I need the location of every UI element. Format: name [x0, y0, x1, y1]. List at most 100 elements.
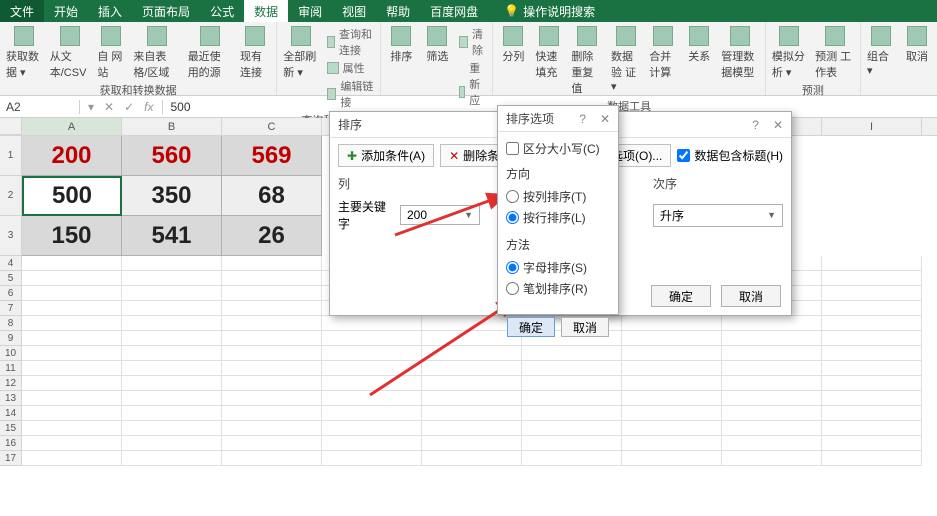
- dropdown-icon[interactable]: ▾: [88, 100, 94, 114]
- tab-formula[interactable]: 公式: [200, 0, 244, 22]
- sort-order-dropdown[interactable]: 升序▼: [653, 204, 783, 227]
- cell[interactable]: 541: [122, 216, 222, 256]
- formula-bar-buttons: ▾ ✕ ✓ fx: [80, 100, 163, 114]
- fx-icon[interactable]: fx: [144, 100, 153, 114]
- row-header[interactable]: 12: [0, 376, 22, 391]
- refresh-all-button[interactable]: 全部刷新 ▾: [283, 26, 318, 110]
- tab-help[interactable]: 帮助: [376, 0, 420, 22]
- tab-baidu[interactable]: 百度网盘: [420, 0, 488, 22]
- ribbon: 获取数 据 ▾ 从文 本/CSV 自 网站 来自表 格/区域 最近使 用的源 现…: [0, 22, 937, 96]
- tell-me-search[interactable]: 💡 操作说明搜索: [494, 0, 605, 22]
- row-header[interactable]: 15: [0, 421, 22, 436]
- pinyin-sort-radio[interactable]: 字母排序(S): [506, 257, 610, 278]
- tell-me-label: 操作说明搜索: [523, 3, 595, 20]
- properties-button[interactable]: 属性: [327, 60, 375, 76]
- row-header[interactable]: 7: [0, 301, 22, 316]
- from-csv-button[interactable]: 从文 本/CSV: [50, 26, 90, 80]
- dialog-titlebar[interactable]: 排序选项 ? ✕: [498, 106, 618, 132]
- col-header-i[interactable]: I: [822, 118, 922, 135]
- tab-data[interactable]: 数据: [244, 0, 288, 22]
- group-button[interactable]: 组合 ▾: [867, 26, 895, 77]
- x-icon: ✕: [449, 149, 459, 163]
- remove-dup-button[interactable]: 删除 重复值: [571, 26, 603, 96]
- plus-icon: ✚: [347, 149, 357, 163]
- row-header[interactable]: 14: [0, 406, 22, 421]
- cell[interactable]: 569: [222, 136, 322, 176]
- forecast-sheet-button[interactable]: 预测 工作表: [815, 26, 854, 80]
- queries-sublist: 查询和连接 属性 编辑链接: [327, 26, 375, 110]
- help-icon[interactable]: ?: [752, 118, 759, 132]
- row-header[interactable]: 2: [0, 176, 22, 216]
- cell[interactable]: 200: [22, 136, 122, 176]
- col-header-b[interactable]: B: [122, 118, 222, 135]
- ribbon-group-sort-filter: 排序 筛选 清除 重新应用 高级 排序和筛选: [381, 22, 493, 95]
- clear-button[interactable]: 清除: [459, 26, 486, 58]
- row-header[interactable]: 11: [0, 361, 22, 376]
- sort-column-dropdown[interactable]: 200▼: [400, 205, 480, 225]
- from-table-button[interactable]: 来自表 格/区域: [133, 26, 179, 80]
- lightbulb-icon: 💡: [504, 4, 519, 18]
- cancel-icon[interactable]: ✕: [104, 100, 114, 114]
- cell-active[interactable]: 500: [22, 176, 122, 216]
- help-icon[interactable]: ?: [579, 112, 586, 126]
- row-header[interactable]: 17: [0, 451, 22, 466]
- has-header-checkbox[interactable]: 数据包含标题(H): [677, 147, 783, 164]
- ungroup-button[interactable]: 取消: [903, 26, 931, 77]
- whatif-button[interactable]: 模拟分析 ▾: [772, 26, 807, 80]
- ribbon-group-outline: 组合 ▾ 取消: [861, 22, 937, 95]
- tab-home[interactable]: 开始: [44, 0, 88, 22]
- cell[interactable]: 68: [222, 176, 322, 216]
- ribbon-group-forecast: 模拟分析 ▾ 预测 工作表 预测: [766, 22, 861, 95]
- close-icon[interactable]: ✕: [773, 118, 783, 132]
- add-level-button[interactable]: ✚添加条件(A): [338, 144, 434, 167]
- row-header[interactable]: 4: [0, 256, 22, 271]
- get-data-button[interactable]: 获取数 据 ▾: [6, 26, 42, 80]
- options-cancel-button[interactable]: 取消: [561, 317, 609, 337]
- tab-insert[interactable]: 插入: [88, 0, 132, 22]
- sort-cancel-button[interactable]: 取消: [721, 285, 781, 307]
- row-header[interactable]: 13: [0, 391, 22, 406]
- cell[interactable]: 26: [222, 216, 322, 256]
- menu-tab-bar: 文件 开始 插入 页面布局 公式 数据 审阅 视图 帮助 百度网盘 💡 操作说明…: [0, 0, 937, 22]
- queries-connections-button[interactable]: 查询和连接: [327, 26, 375, 58]
- from-web-button[interactable]: 自 网站: [97, 26, 125, 80]
- sort-ok-button[interactable]: 确定: [651, 285, 711, 307]
- sort-by-row-radio[interactable]: 按行排序(L): [506, 207, 610, 228]
- group-label: 获取和转换数据: [6, 80, 270, 101]
- col-header-a[interactable]: A: [22, 118, 122, 135]
- case-sensitive-checkbox[interactable]: 区分大小写(C): [506, 138, 610, 159]
- row-header[interactable]: 10: [0, 346, 22, 361]
- existing-conn-button[interactable]: 现有 连接: [240, 26, 270, 80]
- row-header[interactable]: 1: [0, 136, 22, 176]
- row-header[interactable]: 6: [0, 286, 22, 301]
- name-box[interactable]: A2: [0, 100, 80, 114]
- tab-review[interactable]: 审阅: [288, 0, 332, 22]
- consolidate-button[interactable]: 合并计算: [649, 26, 677, 96]
- col-header-c[interactable]: C: [222, 118, 322, 135]
- data-model-button[interactable]: 管理数 据模型: [721, 26, 759, 96]
- row-header[interactable]: 16: [0, 436, 22, 451]
- row-header[interactable]: 5: [0, 271, 22, 286]
- cell[interactable]: 350: [122, 176, 222, 216]
- row-header[interactable]: 8: [0, 316, 22, 331]
- dialog-title: 排序选项: [506, 110, 554, 127]
- data-validation-button[interactable]: 数据验 证 ▾: [611, 26, 641, 96]
- options-ok-button[interactable]: 确定: [507, 317, 555, 337]
- recent-sources-button[interactable]: 最近使 用的源: [188, 26, 232, 80]
- cell[interactable]: 560: [122, 136, 222, 176]
- text-to-columns-button[interactable]: 分列: [499, 26, 527, 96]
- tab-view[interactable]: 视图: [332, 0, 376, 22]
- row-header[interactable]: 3: [0, 216, 22, 256]
- ribbon-group-data-tools: 分列 快速填充 删除 重复值 数据验 证 ▾ 合并计算 关系 管理数 据模型 数…: [493, 22, 765, 95]
- cell[interactable]: 150: [22, 216, 122, 256]
- relationships-button[interactable]: 关系: [685, 26, 713, 96]
- select-all-corner[interactable]: [0, 118, 22, 135]
- close-icon[interactable]: ✕: [600, 112, 610, 126]
- row-header[interactable]: 9: [0, 331, 22, 346]
- sort-by-column-radio[interactable]: 按列排序(T): [506, 186, 610, 207]
- tab-file[interactable]: 文件: [0, 0, 44, 22]
- tab-layout[interactable]: 页面布局: [132, 0, 200, 22]
- enter-icon[interactable]: ✓: [124, 100, 134, 114]
- stroke-sort-radio[interactable]: 笔划排序(R): [506, 278, 610, 299]
- flash-fill-button[interactable]: 快速填充: [535, 26, 563, 96]
